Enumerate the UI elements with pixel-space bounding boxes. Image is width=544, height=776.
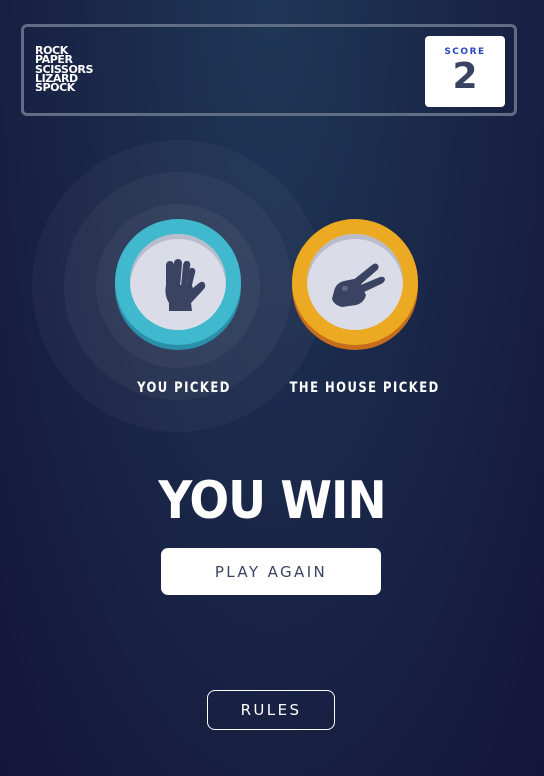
game-header: ROCK PAPER SCISSORS LIZARD SPOCK SCORE 2	[21, 24, 517, 116]
game-logo: ROCK PAPER SCISSORS LIZARD SPOCK	[35, 45, 93, 95]
house-pick-label: THE HOUSE PICKED	[289, 380, 440, 396]
spock-hand-icon	[165, 259, 206, 311]
play-again-button[interactable]: PLAY AGAIN	[161, 548, 381, 595]
scissors-hand-icon	[332, 263, 385, 307]
player-pick-token	[115, 219, 241, 345]
rules-button[interactable]: RULES	[207, 690, 335, 730]
house-pick-token	[292, 219, 418, 345]
logo-line-spock: SPOCK	[35, 81, 75, 95]
score-box: SCORE 2	[425, 36, 505, 107]
result-text: YOU WIN	[158, 471, 386, 531]
score-value: 2	[452, 56, 478, 97]
player-pick-label: YOU PICKED	[137, 380, 231, 396]
